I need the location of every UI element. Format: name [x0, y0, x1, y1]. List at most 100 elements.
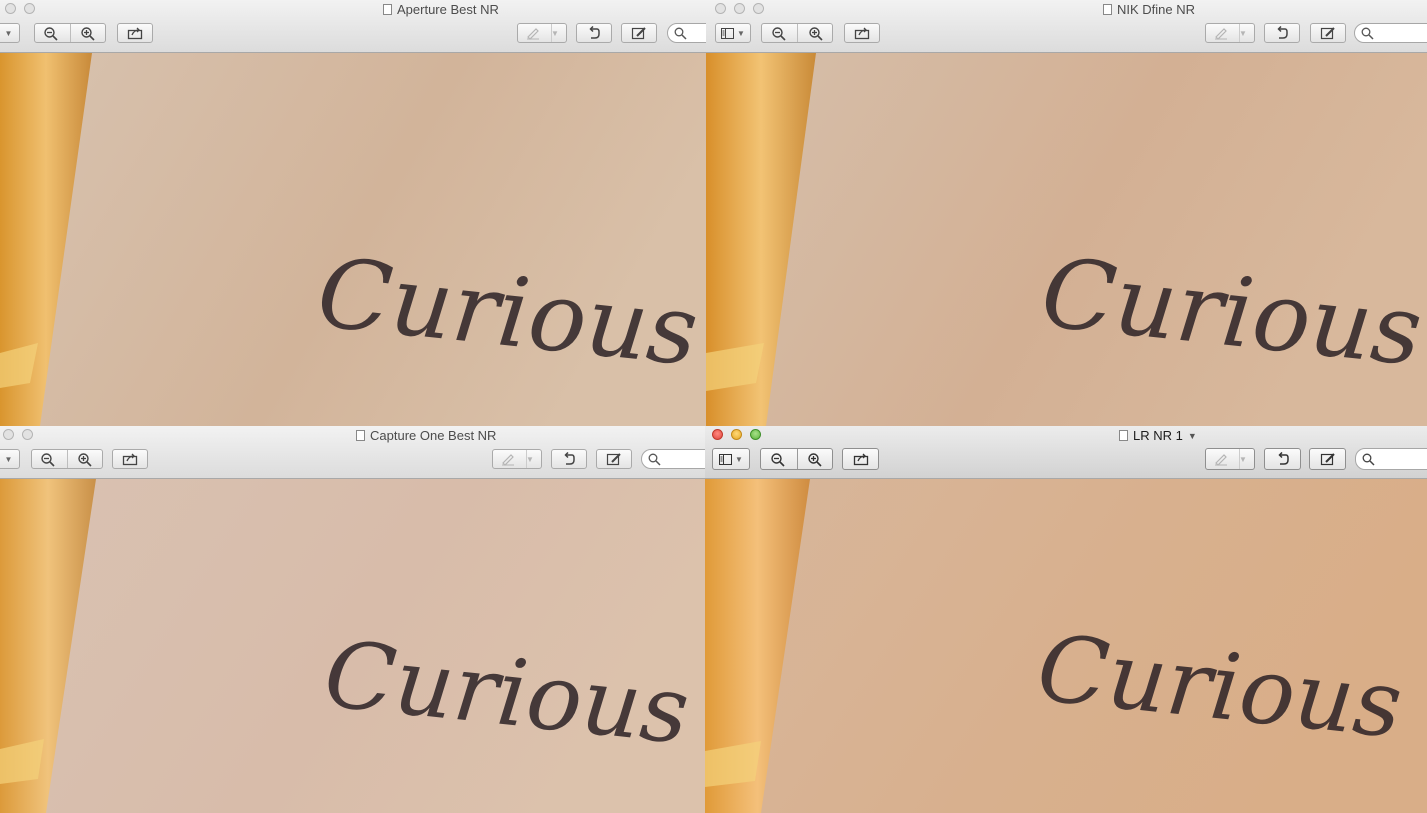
document-icon	[1103, 4, 1112, 15]
window-toolbar: Aperture Best NR ▼ ▼	[0, 0, 706, 53]
rotate-button[interactable]	[1264, 448, 1301, 470]
zoom-in-icon[interactable]	[80, 26, 96, 42]
zoom-in-icon[interactable]	[808, 26, 824, 42]
share-button[interactable]	[112, 449, 148, 469]
zoom-out-icon[interactable]	[40, 452, 56, 468]
chevron-down-icon: ▼	[551, 28, 559, 38]
chevron-down-icon: ▼	[737, 28, 745, 38]
search-field[interactable]	[641, 449, 705, 469]
rotate-button[interactable]	[1264, 23, 1300, 43]
window-controls	[5, 3, 35, 14]
zoom-group	[761, 23, 833, 43]
window-toolbar: LR NR 1 ▼ ▼ ▼	[705, 426, 1427, 479]
search-field[interactable]	[1354, 23, 1427, 43]
window-title-text: NIK Dfine NR	[1117, 2, 1196, 17]
share-icon	[122, 452, 138, 466]
edit-icon	[1320, 452, 1336, 466]
photo-view: Curious	[705, 479, 1427, 813]
zoom-out-icon[interactable]	[770, 452, 786, 468]
search-icon	[648, 453, 661, 466]
window-title: NIK Dfine NR	[1103, 2, 1195, 17]
zoom-out-icon[interactable]	[771, 26, 787, 42]
photo-image: Curious	[705, 479, 1427, 813]
search-icon	[1362, 453, 1375, 466]
sidebar-button[interactable]: ▼	[715, 23, 751, 43]
document-icon	[383, 4, 392, 15]
share-icon	[127, 26, 143, 40]
window-title-text: LR NR 1	[1133, 428, 1183, 443]
document-icon	[356, 430, 365, 441]
zoom-button[interactable]	[753, 3, 764, 14]
zoom-group	[760, 448, 833, 470]
zoom-button[interactable]	[750, 429, 761, 440]
window-title[interactable]: LR NR 1 ▼	[1119, 428, 1197, 443]
annotate-button[interactable]: ▼	[517, 23, 567, 43]
annotate-button[interactable]: ▼	[492, 449, 542, 469]
rotate-icon	[562, 452, 576, 466]
chevron-down-icon: ▼	[735, 454, 743, 464]
annotate-icon	[1213, 452, 1229, 466]
search-icon	[1361, 27, 1374, 40]
window-controls	[3, 429, 33, 440]
share-button[interactable]	[117, 23, 153, 43]
chevron-down-icon: ▼	[526, 454, 534, 464]
minimize-button[interactable]	[22, 429, 33, 440]
share-button[interactable]	[844, 23, 880, 43]
close-button[interactable]	[3, 429, 14, 440]
edit-button[interactable]	[1310, 23, 1346, 43]
edit-icon	[1320, 26, 1336, 40]
edit-icon	[631, 26, 647, 40]
share-button[interactable]	[842, 448, 879, 470]
zoom-in-icon[interactable]	[77, 452, 93, 468]
window-nik: NIK Dfine NR ▼ ▼ Curious	[706, 0, 1427, 426]
document-icon	[1119, 430, 1128, 441]
zoom-group	[34, 23, 106, 43]
share-icon	[853, 452, 869, 466]
window-title-text: Capture One Best NR	[370, 428, 497, 443]
annotate-button[interactable]: ▼	[1205, 448, 1255, 470]
photo-view: Curious	[0, 53, 706, 426]
window-title-text: Aperture Best NR	[397, 2, 499, 17]
zoom-out-icon[interactable]	[43, 26, 59, 42]
chevron-down-icon: ▼	[1239, 28, 1247, 38]
window-controls	[715, 3, 764, 14]
rotate-icon	[1275, 26, 1289, 40]
annotate-button[interactable]: ▼	[1205, 23, 1255, 43]
close-button[interactable]	[715, 3, 726, 14]
rotate-icon	[587, 26, 601, 40]
photo-image: Curious	[706, 53, 1427, 426]
rotate-button[interactable]	[576, 23, 612, 43]
edit-icon	[606, 452, 622, 466]
edit-button[interactable]	[1309, 448, 1346, 470]
search-field[interactable]	[667, 23, 706, 43]
zoom-in-icon[interactable]	[807, 452, 823, 468]
chevron-down-icon: ▼	[1239, 454, 1247, 464]
sidebar-button[interactable]: ▼	[0, 23, 20, 43]
share-icon	[854, 26, 870, 40]
window-title: Aperture Best NR	[383, 2, 499, 17]
chevron-down-icon: ▼	[4, 454, 13, 464]
edit-button[interactable]	[621, 23, 657, 43]
close-button[interactable]	[5, 3, 16, 14]
window-aperture: Aperture Best NR ▼ ▼ Curious	[0, 0, 706, 426]
minimize-button[interactable]	[731, 429, 742, 440]
annotate-icon	[1213, 26, 1229, 40]
sidebar-button[interactable]: ▼	[0, 449, 20, 469]
search-field[interactable]	[1355, 448, 1427, 470]
zoom-group	[31, 449, 103, 469]
rotate-button[interactable]	[551, 449, 587, 469]
search-icon	[674, 27, 687, 40]
rotate-icon	[1276, 452, 1290, 466]
window-toolbar: Capture One Best NR ▼ ▼	[0, 426, 705, 479]
minimize-button[interactable]	[24, 3, 35, 14]
window-toolbar: NIK Dfine NR ▼ ▼	[706, 0, 1427, 53]
sidebar-button[interactable]: ▼	[712, 448, 750, 470]
minimize-button[interactable]	[734, 3, 745, 14]
sidebar-icon	[721, 27, 735, 39]
window-lightroom: LR NR 1 ▼ ▼ ▼ Curious	[705, 426, 1427, 813]
window-title: Capture One Best NR	[356, 428, 496, 443]
chevron-down-icon: ▼	[1187, 430, 1197, 441]
close-button[interactable]	[712, 429, 723, 440]
edit-button[interactable]	[596, 449, 632, 469]
photo-view: Curious	[0, 479, 705, 813]
